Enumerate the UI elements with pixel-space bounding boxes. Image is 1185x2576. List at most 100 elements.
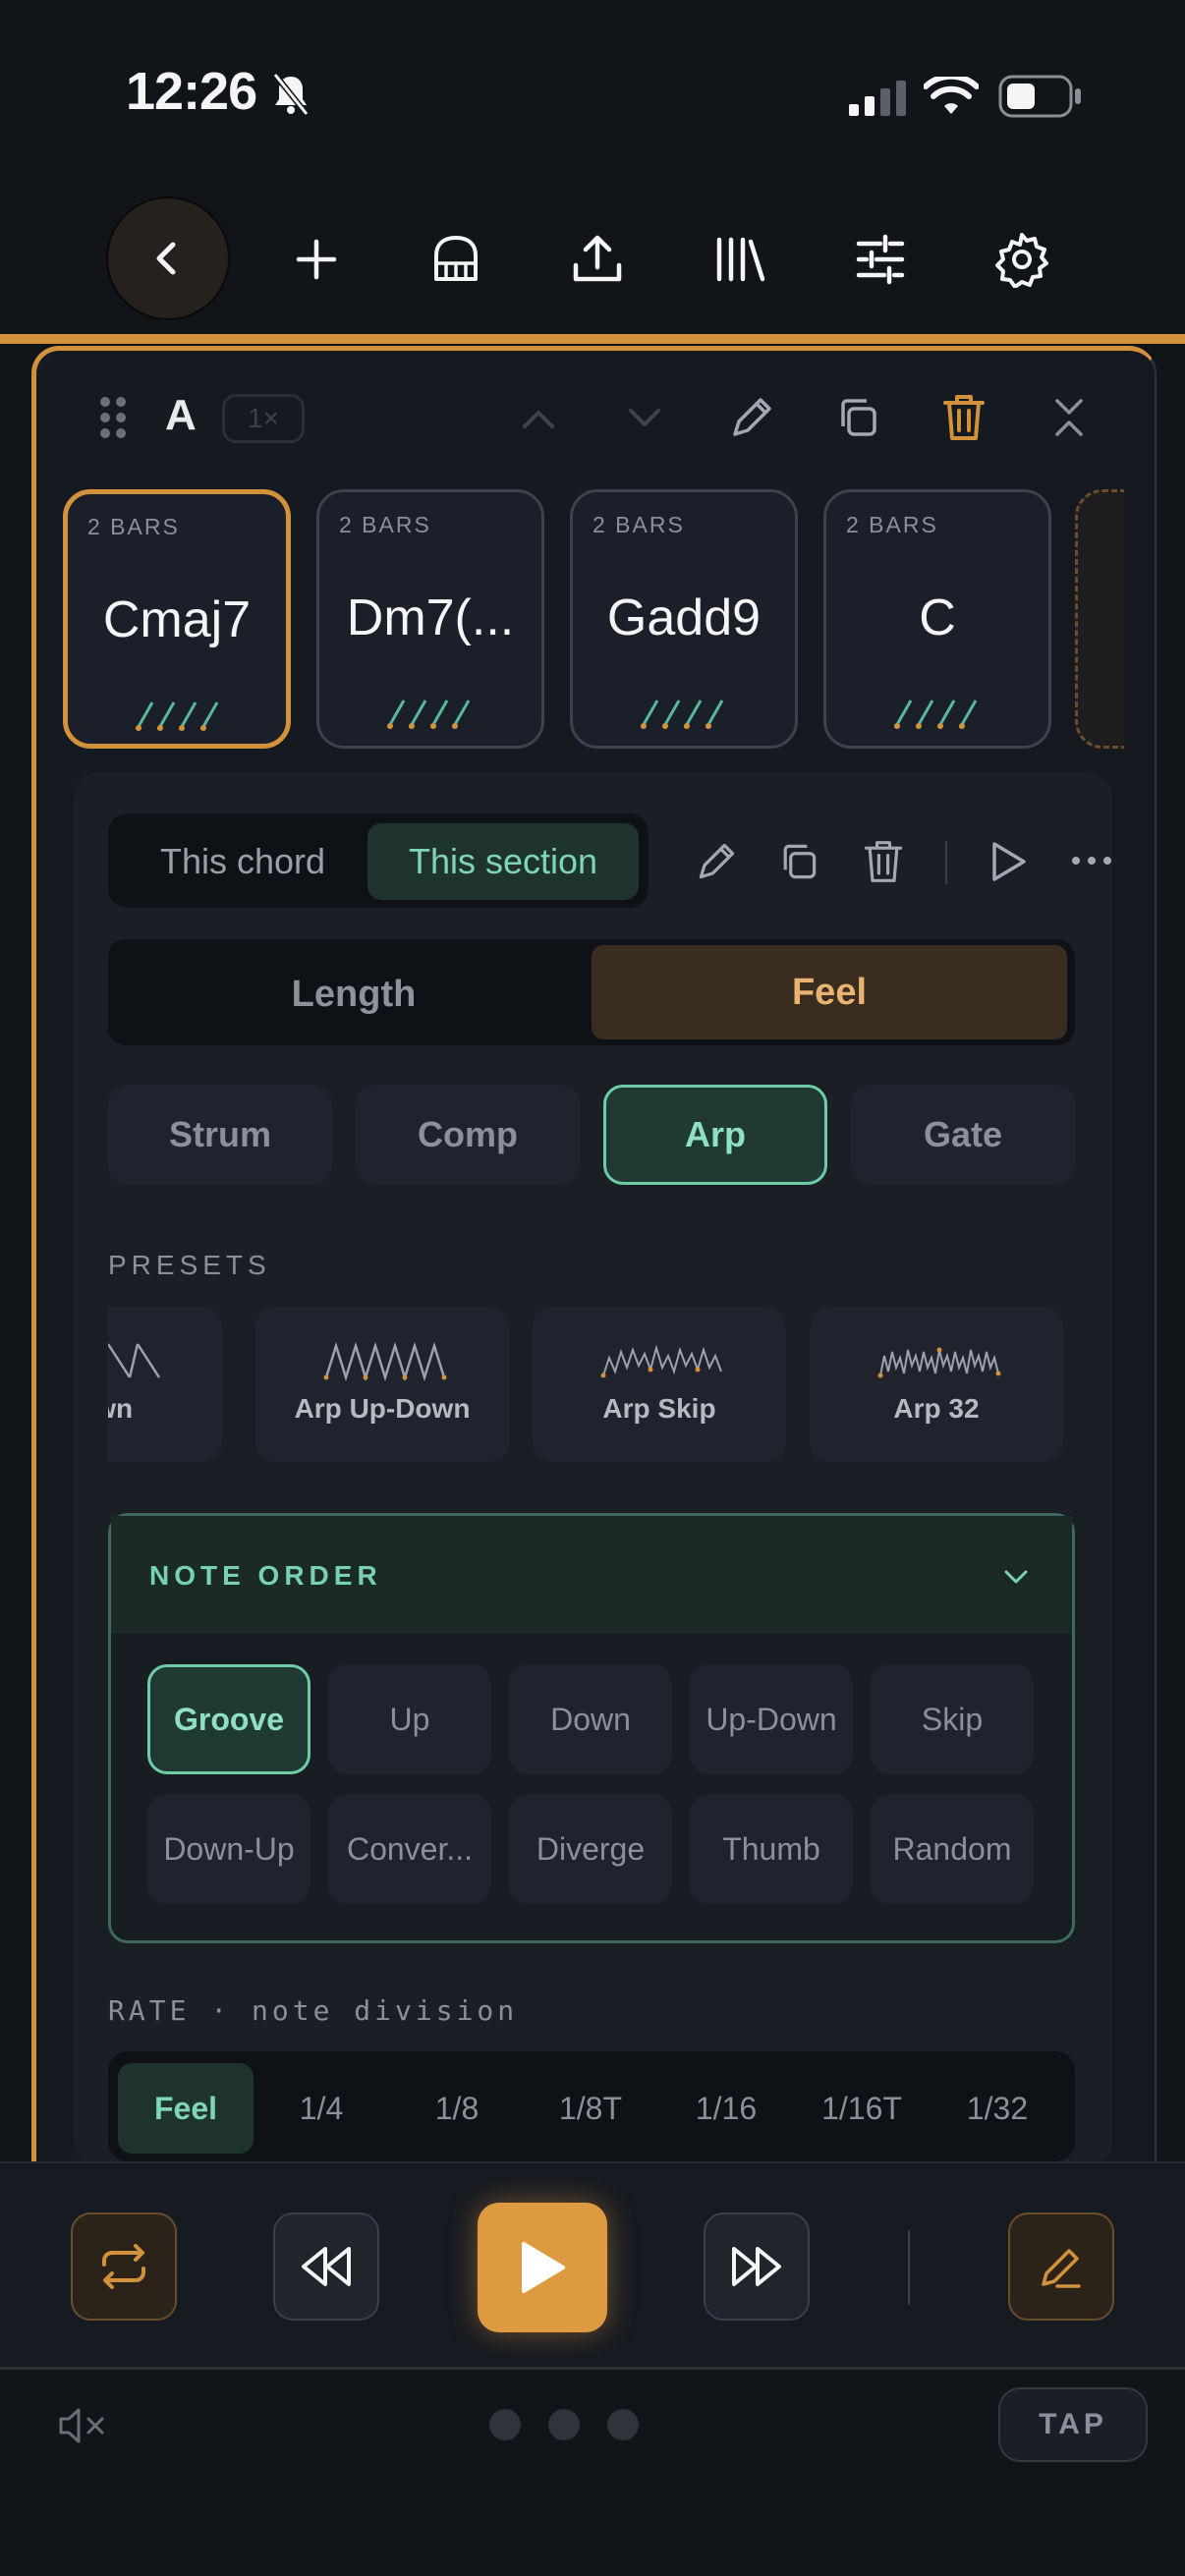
preset-card[interactable]: Arp Up-Down xyxy=(255,1307,509,1462)
mode-strum[interactable]: Strum xyxy=(108,1085,332,1185)
note-order-option[interactable]: Conver... xyxy=(328,1794,491,1904)
chord-card[interactable]: 2 BARS C xyxy=(823,489,1051,749)
duplicate-section-icon[interactable] xyxy=(833,393,882,442)
chord-name: Dm7(... xyxy=(346,589,515,646)
preset-card[interactable]: Arp 32 xyxy=(810,1307,1063,1462)
rewind-icon xyxy=(302,2247,351,2286)
note-order-option[interactable]: Thumb xyxy=(690,1794,853,1904)
draw-button[interactable] xyxy=(1008,2212,1114,2321)
play-chord-icon[interactable] xyxy=(987,839,1030,884)
note-order-option[interactable]: Random xyxy=(871,1794,1034,1904)
section-name[interactable]: A xyxy=(165,391,197,440)
rate-label: RATE · note division xyxy=(108,1994,519,2027)
add-chord-card[interactable] xyxy=(1075,489,1124,749)
chord-name: C xyxy=(919,589,956,646)
fast-forward-icon xyxy=(732,2247,781,2286)
share-button[interactable] xyxy=(538,200,656,318)
gear-icon xyxy=(995,233,1048,288)
presets-label: PRESETS xyxy=(108,1250,271,1280)
presets-scroller[interactable]: Down Arp Up-Down Arp Skip Arp 32 xyxy=(108,1307,1067,1462)
loop-button[interactable] xyxy=(71,2212,177,2321)
note-order-title: NOTE ORDER xyxy=(149,1560,382,1591)
library-button[interactable] xyxy=(680,200,798,318)
chord-card[interactable]: 2 BARS Dm7(... xyxy=(316,489,544,749)
upload-icon xyxy=(573,235,622,282)
preset-card[interactable]: Down xyxy=(108,1307,222,1462)
chord-card[interactable]: 2 BARS Cmaj7 xyxy=(63,489,291,749)
preset-name: Arp Skip xyxy=(602,1393,716,1424)
pencil-icon xyxy=(1042,2249,1081,2288)
more-icon[interactable] xyxy=(1071,855,1112,867)
tap-tempo-button[interactable]: TAP xyxy=(998,2387,1148,2462)
collapse-icon[interactable] xyxy=(1049,395,1089,440)
move-up-icon[interactable] xyxy=(519,403,558,432)
note-order-option[interactable]: Diverge xyxy=(509,1794,672,1904)
chord-bars: 2 BARS xyxy=(339,512,431,537)
note-order-option[interactable]: Up xyxy=(328,1664,491,1774)
note-order-option[interactable]: Up-Down xyxy=(690,1664,853,1774)
drag-handle-icon[interactable] xyxy=(98,395,128,440)
preset-pattern-icon xyxy=(600,1344,722,1378)
tab-length[interactable]: Length xyxy=(118,949,590,1039)
settings-button[interactable] xyxy=(963,200,1081,318)
move-down-icon[interactable] xyxy=(625,403,664,432)
note-order-option[interactable]: Skip xyxy=(871,1664,1034,1774)
chevron-left-icon xyxy=(156,242,176,275)
toolbar-divider xyxy=(0,334,1185,344)
rewind-button[interactable] xyxy=(273,2212,379,2321)
edit-section-icon[interactable] xyxy=(727,393,776,442)
chord-bars: 2 BARS xyxy=(846,512,938,537)
status-time: 12:26 xyxy=(126,62,257,121)
duplicate-chord-icon[interactable] xyxy=(776,839,821,884)
silent-bell-icon xyxy=(272,73,310,116)
mode-gate[interactable]: Gate xyxy=(851,1085,1075,1185)
muted-speaker-icon[interactable] xyxy=(57,2405,108,2446)
edit-chord-icon[interactable] xyxy=(694,839,739,884)
arp-pattern-icon xyxy=(135,701,219,731)
transport-separator xyxy=(908,2230,910,2305)
rate-option[interactable]: Feel xyxy=(118,2063,254,2154)
note-order-option[interactable]: Groove xyxy=(147,1664,310,1774)
repeat-badge[interactable]: 1× xyxy=(222,394,305,443)
preset-pattern-icon xyxy=(323,1341,447,1381)
wifi-icon xyxy=(924,77,979,114)
rate-option[interactable]: 1/16T xyxy=(794,2063,930,2154)
chevron-down-icon[interactable] xyxy=(1002,1566,1030,1588)
sliders-icon xyxy=(856,234,905,285)
chord-card[interactable]: 2 BARS Gadd9 xyxy=(570,489,798,749)
loop-icon xyxy=(102,2244,145,2289)
back-button[interactable] xyxy=(106,196,230,320)
rate-option[interactable]: 1/32 xyxy=(930,2063,1065,2154)
scope-this-section[interactable]: This section xyxy=(367,823,639,900)
preset-pattern-icon xyxy=(877,1347,1001,1378)
chord-bars: 2 BARS xyxy=(592,512,685,537)
arp-pattern-icon xyxy=(386,700,471,729)
plus-icon xyxy=(296,239,337,280)
trash-section-icon[interactable] xyxy=(939,391,988,444)
rate-option[interactable]: 1/8 xyxy=(389,2063,525,2154)
fast-forward-button[interactable] xyxy=(704,2212,810,2321)
play-icon xyxy=(522,2242,565,2293)
add-button[interactable] xyxy=(257,200,375,318)
page-dot[interactable] xyxy=(607,2409,639,2440)
rate-option[interactable]: 1/16 xyxy=(658,2063,794,2154)
keyboard-button[interactable] xyxy=(397,200,515,318)
chord-name: Cmaj7 xyxy=(102,591,252,648)
trash-chord-icon[interactable] xyxy=(861,837,906,886)
preset-card[interactable]: Arp Skip xyxy=(533,1307,786,1462)
scope-this-chord[interactable]: This chord xyxy=(122,823,364,900)
mode-arp[interactable]: Arp xyxy=(603,1085,827,1185)
note-order-option[interactable]: Down xyxy=(509,1664,672,1774)
rate-option[interactable]: 1/8T xyxy=(523,2063,658,2154)
page-dot[interactable] xyxy=(548,2409,580,2440)
note-order-option[interactable]: Down-Up xyxy=(147,1794,310,1904)
rate-option[interactable]: 1/4 xyxy=(254,2063,389,2154)
preset-name: Arp 32 xyxy=(893,1393,980,1424)
mode-comp[interactable]: Comp xyxy=(356,1085,580,1185)
page-dot[interactable] xyxy=(489,2409,521,2440)
mixer-button[interactable] xyxy=(821,200,939,318)
play-button[interactable] xyxy=(478,2203,607,2332)
tab-feel[interactable]: Feel xyxy=(592,945,1067,1039)
preset-name: Arp Up-Down xyxy=(294,1393,471,1424)
battery-icon xyxy=(998,75,1081,118)
